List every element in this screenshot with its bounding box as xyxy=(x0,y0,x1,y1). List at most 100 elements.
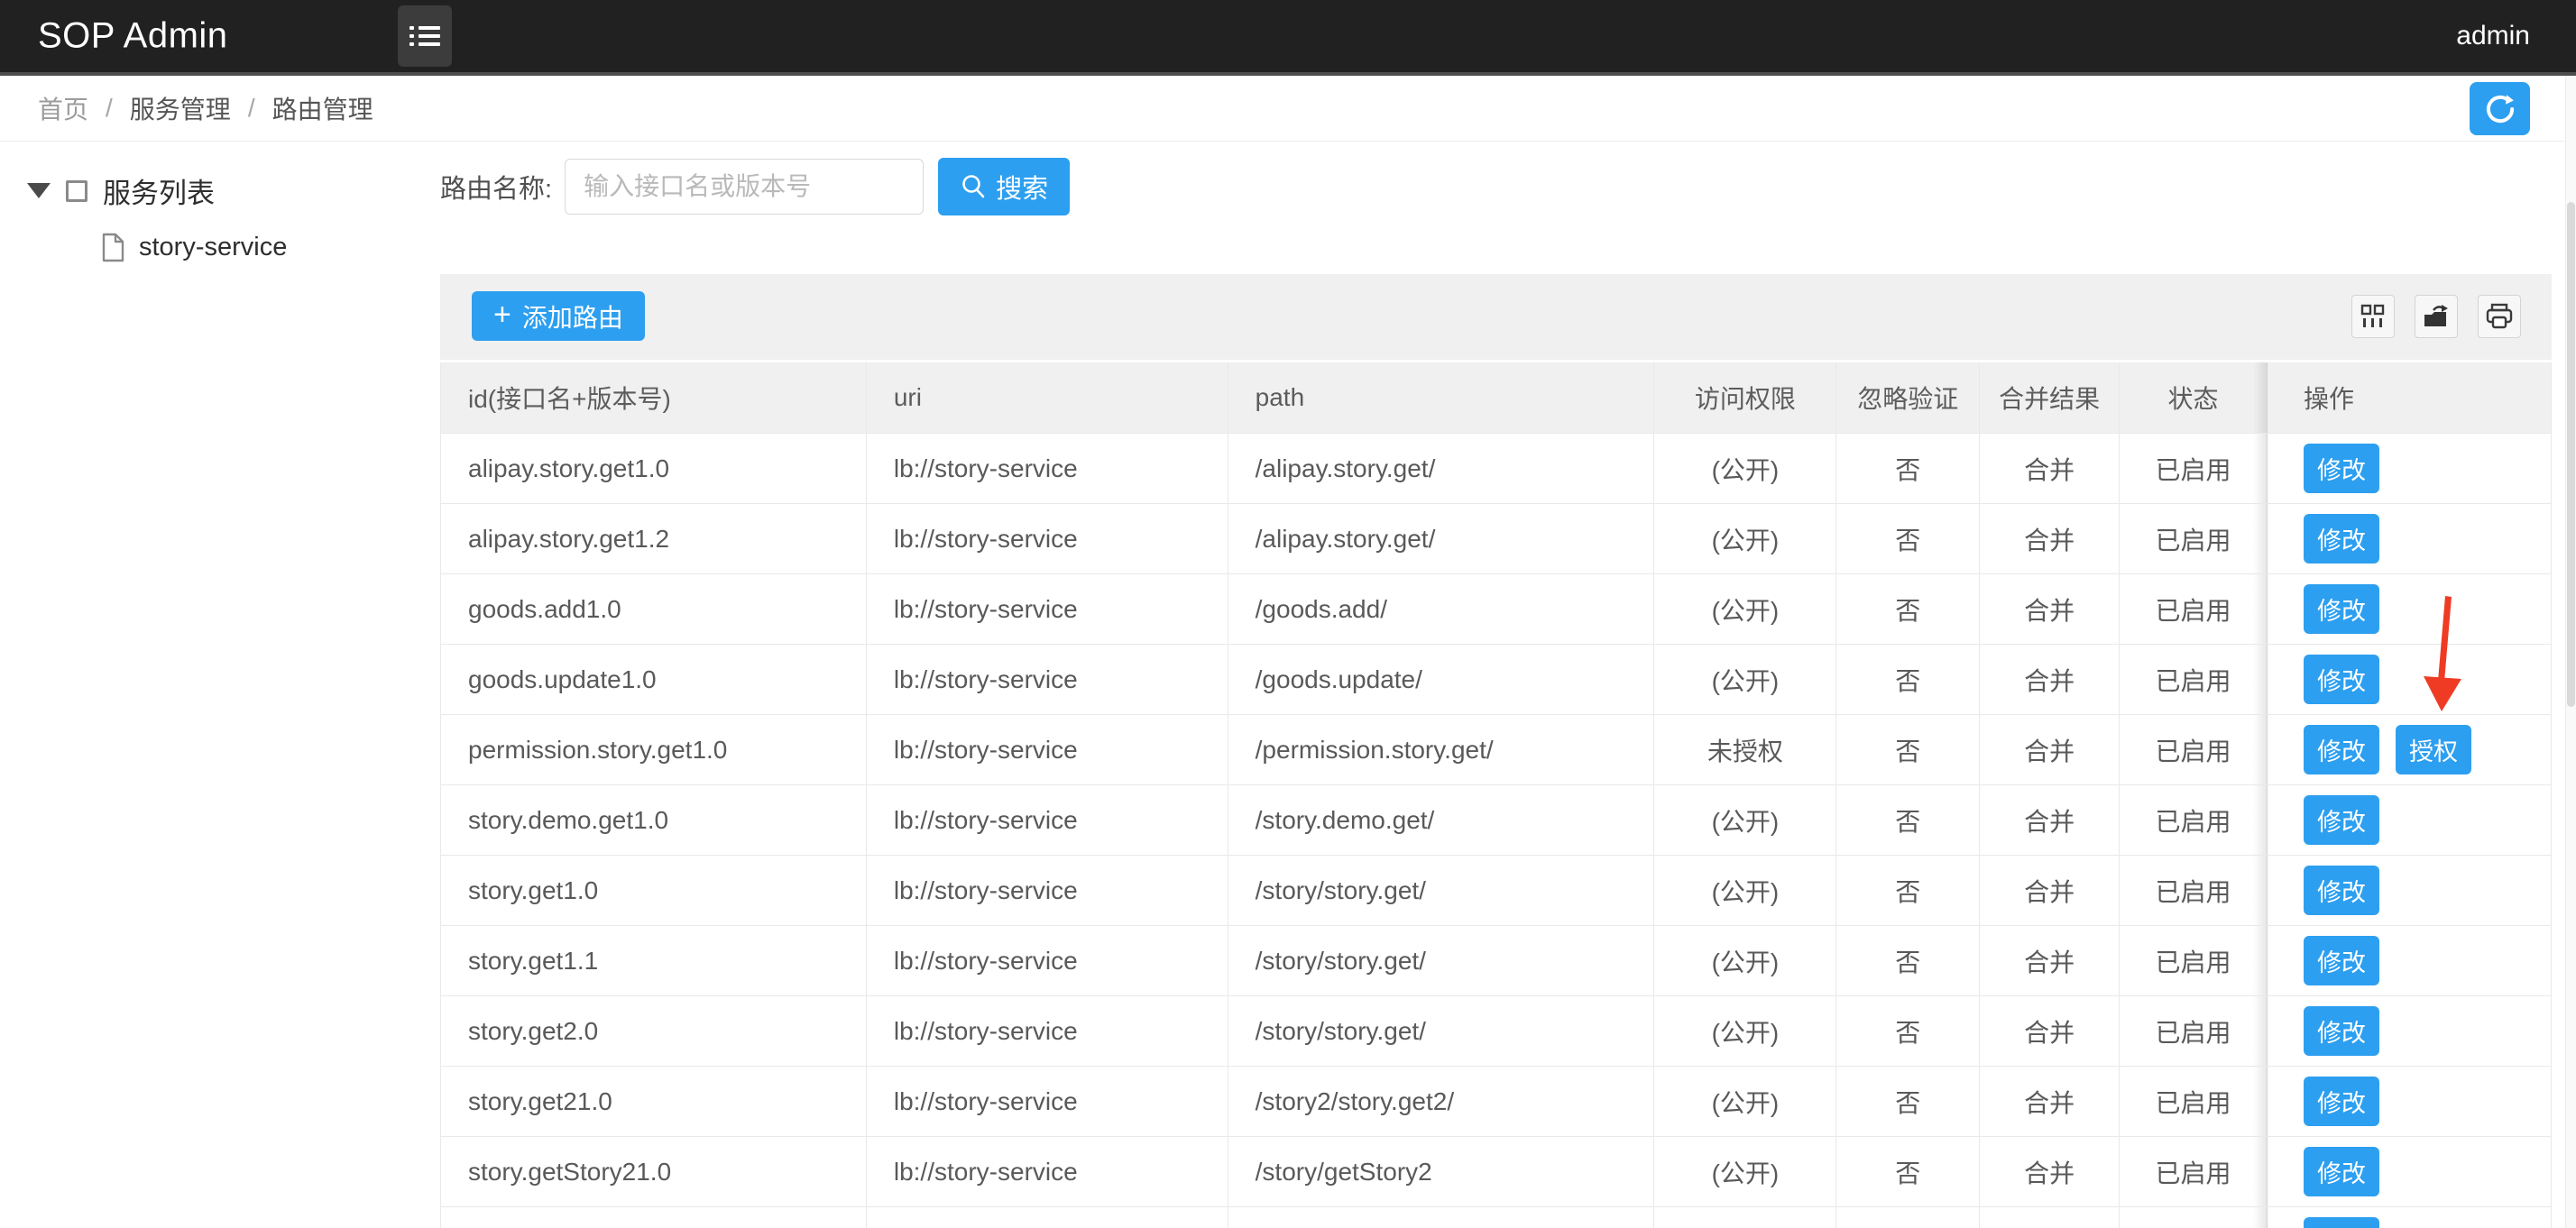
cell-status: 已启用 xyxy=(2120,645,2268,715)
cell-ignore-auth: 否 xyxy=(1836,926,1980,996)
add-route-button[interactable]: + 添加路由 xyxy=(472,291,645,341)
route-name-input[interactable] xyxy=(565,159,924,215)
cell-id: story.get1.0 xyxy=(441,856,867,926)
cell-permission: (公开) xyxy=(1654,926,1836,996)
page-scrollbar[interactable] xyxy=(2565,76,2576,1228)
breadcrumb-home[interactable]: 首页 xyxy=(38,90,88,126)
cell-status: 已启用 xyxy=(2120,574,2268,645)
cell-id: goods.update1.0 xyxy=(441,645,867,715)
cell-merge: 合并 xyxy=(1980,856,2120,926)
table-row: 修改 xyxy=(441,1207,2552,1228)
cell-merge xyxy=(1980,1207,2120,1228)
cell-actions: 修改 xyxy=(2268,856,2552,926)
tree-node-story-service[interactable]: story-service xyxy=(101,233,440,262)
cell-uri: lb://story-service xyxy=(866,926,1228,996)
tree-node-service-list[interactable]: 服务列表 xyxy=(27,170,440,211)
edit-button[interactable]: 修改 xyxy=(2304,584,2379,634)
breadcrumb-separator: / xyxy=(106,94,113,123)
cell-path: /alipay.story.get/ xyxy=(1228,504,1654,574)
print-button[interactable] xyxy=(2478,295,2521,338)
cell-actions: 修改 xyxy=(2268,996,2552,1067)
cell-status: 已启用 xyxy=(2120,1067,2268,1137)
cell-path: /story/story.get/ xyxy=(1228,996,1654,1067)
cell-actions: 修改 xyxy=(2268,1067,2552,1137)
table-header-row: id(接口名+版本号)uripath访问权限忽略验证合并结果状态操作 xyxy=(441,362,2552,434)
edit-button[interactable]: 修改 xyxy=(2304,795,2379,845)
edit-button[interactable]: 修改 xyxy=(2304,1077,2379,1126)
page-scrollbar-thumb[interactable] xyxy=(2567,202,2575,707)
columns-icon xyxy=(2360,303,2387,330)
refresh-button[interactable] xyxy=(2470,82,2530,135)
refresh-icon xyxy=(2481,90,2519,128)
table-panel: + 添加路由 xyxy=(440,274,2552,1228)
add-route-label: 添加路由 xyxy=(522,298,623,334)
routes-table: id(接口名+版本号)uripath访问权限忽略验证合并结果状态操作 alipa… xyxy=(440,360,2552,1228)
table-toolbar: + 添加路由 xyxy=(440,274,2552,341)
cell-ignore-auth: 否 xyxy=(1836,1067,1980,1137)
plus-icon: + xyxy=(493,299,511,330)
cell-id: story.get21.0 xyxy=(441,1067,867,1137)
breadcrumb-bar: 首页 / 服务管理 / 路由管理 xyxy=(0,76,2576,142)
tree-node-label: 服务列表 xyxy=(103,170,215,211)
cell-merge: 合并 xyxy=(1980,645,2120,715)
cell-path: /goods.add/ xyxy=(1228,574,1654,645)
cell-uri: lb://story-service xyxy=(866,1137,1228,1207)
column-header: 访问权限 xyxy=(1654,362,1836,434)
edit-button[interactable]: 修改 xyxy=(2304,1147,2379,1196)
cell-uri: lb://story-service xyxy=(866,715,1228,785)
edit-button[interactable]: 修改 xyxy=(2304,514,2379,564)
table-row: story.get2.0lb://story-service/story/sto… xyxy=(441,996,2552,1067)
edit-button[interactable]: 修改 xyxy=(2304,866,2379,915)
authorize-button[interactable]: 授权 xyxy=(2396,725,2471,774)
cell-permission xyxy=(1654,1207,1836,1228)
edit-button[interactable]: 修改 xyxy=(2304,1006,2379,1056)
cell-uri: lb://story-service xyxy=(866,574,1228,645)
cell-id: goods.add1.0 xyxy=(441,574,867,645)
cell-merge: 合并 xyxy=(1980,926,2120,996)
caret-down-icon[interactable] xyxy=(27,183,51,198)
cell-id: story.get1.1 xyxy=(441,926,867,996)
cell-ignore-auth: 否 xyxy=(1836,785,1980,856)
square-icon xyxy=(66,180,87,202)
tree-node-label: story-service xyxy=(139,233,287,262)
edit-button[interactable]: 修改 xyxy=(2304,725,2379,774)
table-row: permission.story.get1.0lb://story-servic… xyxy=(441,715,2552,785)
cell-permission: (公开) xyxy=(1654,574,1836,645)
cell-id xyxy=(441,1207,867,1228)
edit-button[interactable]: 修改 xyxy=(2304,655,2379,704)
cell-merge: 合并 xyxy=(1980,1137,2120,1207)
columns-toggle-button[interactable] xyxy=(2351,295,2395,338)
cell-path: /story/story.get/ xyxy=(1228,926,1654,996)
sidebar-toggle-button[interactable] xyxy=(398,5,452,67)
user-menu[interactable]: admin xyxy=(2456,21,2530,51)
edit-button[interactable]: 修改 xyxy=(2304,1217,2379,1228)
edit-button[interactable]: 修改 xyxy=(2304,936,2379,985)
column-header: uri xyxy=(866,362,1228,434)
cell-path: /story/story.get/ xyxy=(1228,856,1654,926)
cell-status xyxy=(2120,1207,2268,1228)
column-header: path xyxy=(1228,362,1654,434)
export-button[interactable] xyxy=(2415,295,2458,338)
cell-uri: lb://story-service xyxy=(866,785,1228,856)
cell-uri xyxy=(866,1207,1228,1228)
column-header: id(接口名+版本号) xyxy=(441,362,867,434)
cell-status: 已启用 xyxy=(2120,785,2268,856)
cell-status: 已启用 xyxy=(2120,1137,2268,1207)
cell-actions: 修改 xyxy=(2268,785,2552,856)
cell-path: /alipay.story.get/ xyxy=(1228,434,1654,504)
table-row: story.demo.get1.0lb://story-service/stor… xyxy=(441,785,2552,856)
edit-button[interactable]: 修改 xyxy=(2304,444,2379,493)
cell-merge: 合并 xyxy=(1980,785,2120,856)
cell-uri: lb://story-service xyxy=(866,504,1228,574)
export-icon xyxy=(2422,303,2451,330)
cell-status: 已启用 xyxy=(2120,926,2268,996)
cell-actions: 修改 xyxy=(2268,645,2552,715)
cell-actions: 修改 xyxy=(2268,504,2552,574)
cell-actions: 修改 xyxy=(2268,434,2552,504)
table-tools xyxy=(2351,295,2521,338)
cell-id: story.demo.get1.0 xyxy=(441,785,867,856)
route-name-label: 路由名称: xyxy=(440,168,552,206)
search-button[interactable]: 搜索 xyxy=(938,158,1070,215)
cell-merge: 合并 xyxy=(1980,574,2120,645)
cell-ignore-auth: 否 xyxy=(1836,574,1980,645)
